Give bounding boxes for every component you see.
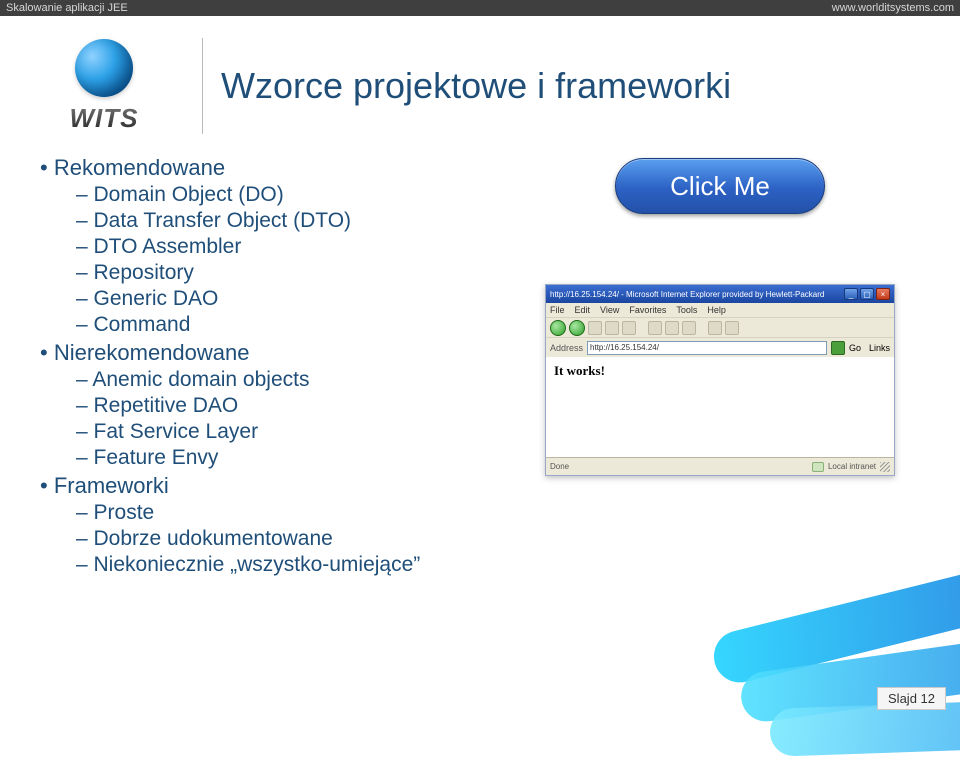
refresh-button[interactable] xyxy=(605,321,619,335)
list-item: Command xyxy=(76,313,500,337)
stop-button[interactable] xyxy=(588,321,602,335)
menu-item[interactable]: Edit xyxy=(575,305,591,315)
browser-window: http://16.25.154.24/ - Microsoft Interne… xyxy=(545,284,895,476)
header-divider xyxy=(202,38,203,134)
list-item: Generic DAO xyxy=(76,287,500,311)
list-item: Anemic domain objects xyxy=(76,368,500,392)
browser-statusbar: Done Local intranet xyxy=(546,457,894,475)
click-me-label: Click Me xyxy=(670,171,770,202)
address-value: http://16.25.154.24/ xyxy=(590,343,659,352)
address-label: Address xyxy=(550,343,583,353)
browser-body-text: It works! xyxy=(554,363,605,378)
print-button[interactable] xyxy=(725,321,739,335)
header: WITS Wzorce projektowe i frameworki xyxy=(0,16,960,142)
search-button[interactable] xyxy=(648,321,662,335)
click-me-button[interactable]: Click Me xyxy=(615,158,825,214)
logo: WITS xyxy=(24,39,184,134)
browser-content: It works! xyxy=(546,357,894,457)
home-button[interactable] xyxy=(622,321,636,335)
list-item: Fat Service Layer xyxy=(76,420,500,444)
list-item: Repetitive DAO xyxy=(76,394,500,418)
topbar-left: Skalowanie aplikacji JEE xyxy=(6,0,128,16)
menu-item[interactable]: Tools xyxy=(676,305,697,315)
close-button[interactable]: × xyxy=(876,288,890,300)
go-button[interactable] xyxy=(831,341,845,355)
maximize-button[interactable]: ▢ xyxy=(860,288,874,300)
menu-item[interactable]: View xyxy=(600,305,619,315)
minimize-button[interactable]: _ xyxy=(844,288,858,300)
browser-menubar: File Edit View Favorites Tools Help xyxy=(546,303,894,317)
globe-icon xyxy=(75,39,133,97)
slide-number: Slajd 12 xyxy=(877,687,946,710)
page-title: Wzorce projektowe i frameworki xyxy=(221,65,936,107)
list-item: Proste xyxy=(76,501,500,525)
browser-toolbar xyxy=(546,317,894,337)
address-input[interactable]: http://16.25.154.24/ xyxy=(587,341,827,355)
list-item: Data Transfer Object (DTO) xyxy=(76,209,500,233)
topbar-right: www.worlditsystems.com xyxy=(832,0,954,16)
status-left: Done xyxy=(550,462,569,471)
status-right: Local intranet xyxy=(828,462,876,471)
logo-text: WITS xyxy=(70,103,139,134)
menu-item[interactable]: Help xyxy=(707,305,726,315)
address-bar-row: Address http://16.25.154.24/ Go Links xyxy=(546,337,894,357)
l1-label: Frameworki xyxy=(54,473,169,498)
history-button[interactable] xyxy=(682,321,696,335)
l1-recommended: Rekomendowane Domain Object (DO) Data Tr… xyxy=(40,155,500,337)
content: Rekomendowane Domain Object (DO) Data Tr… xyxy=(0,142,960,580)
forward-button[interactable] xyxy=(569,320,585,336)
links-label[interactable]: Links xyxy=(869,343,890,353)
l1-frameworks: Frameworki Proste Dobrze udokumentowane … xyxy=(40,473,500,577)
browser-title: http://16.25.154.24/ - Microsoft Interne… xyxy=(550,290,844,299)
favorites-button[interactable] xyxy=(665,321,679,335)
go-label: Go xyxy=(849,343,861,353)
zone-icon xyxy=(812,462,824,472)
back-button[interactable] xyxy=(550,320,566,336)
resize-grip-icon xyxy=(880,462,890,472)
list-item: Dobrze udokumentowane xyxy=(76,527,500,551)
l1-label: Nierekomendowane xyxy=(54,340,250,365)
l1-not-recommended: Nierekomendowane Anemic domain objects R… xyxy=(40,340,500,470)
list-item: DTO Assembler xyxy=(76,235,500,259)
menu-item[interactable]: File xyxy=(550,305,565,315)
menu-item[interactable]: Favorites xyxy=(629,305,666,315)
top-bar: Skalowanie aplikacji JEE www.worlditsyst… xyxy=(0,0,960,16)
l1-label: Rekomendowane xyxy=(54,155,225,180)
footer: Slajd 12 xyxy=(0,672,960,720)
mail-button[interactable] xyxy=(708,321,722,335)
bullet-list: Rekomendowane Domain Object (DO) Data Tr… xyxy=(40,152,500,580)
list-item: Domain Object (DO) xyxy=(76,183,500,207)
list-item: Repository xyxy=(76,261,500,285)
browser-titlebar: http://16.25.154.24/ - Microsoft Interne… xyxy=(546,285,894,303)
list-item: Feature Envy xyxy=(76,446,500,470)
list-item: Niekoniecznie „wszystko-umiejące” xyxy=(76,553,500,577)
